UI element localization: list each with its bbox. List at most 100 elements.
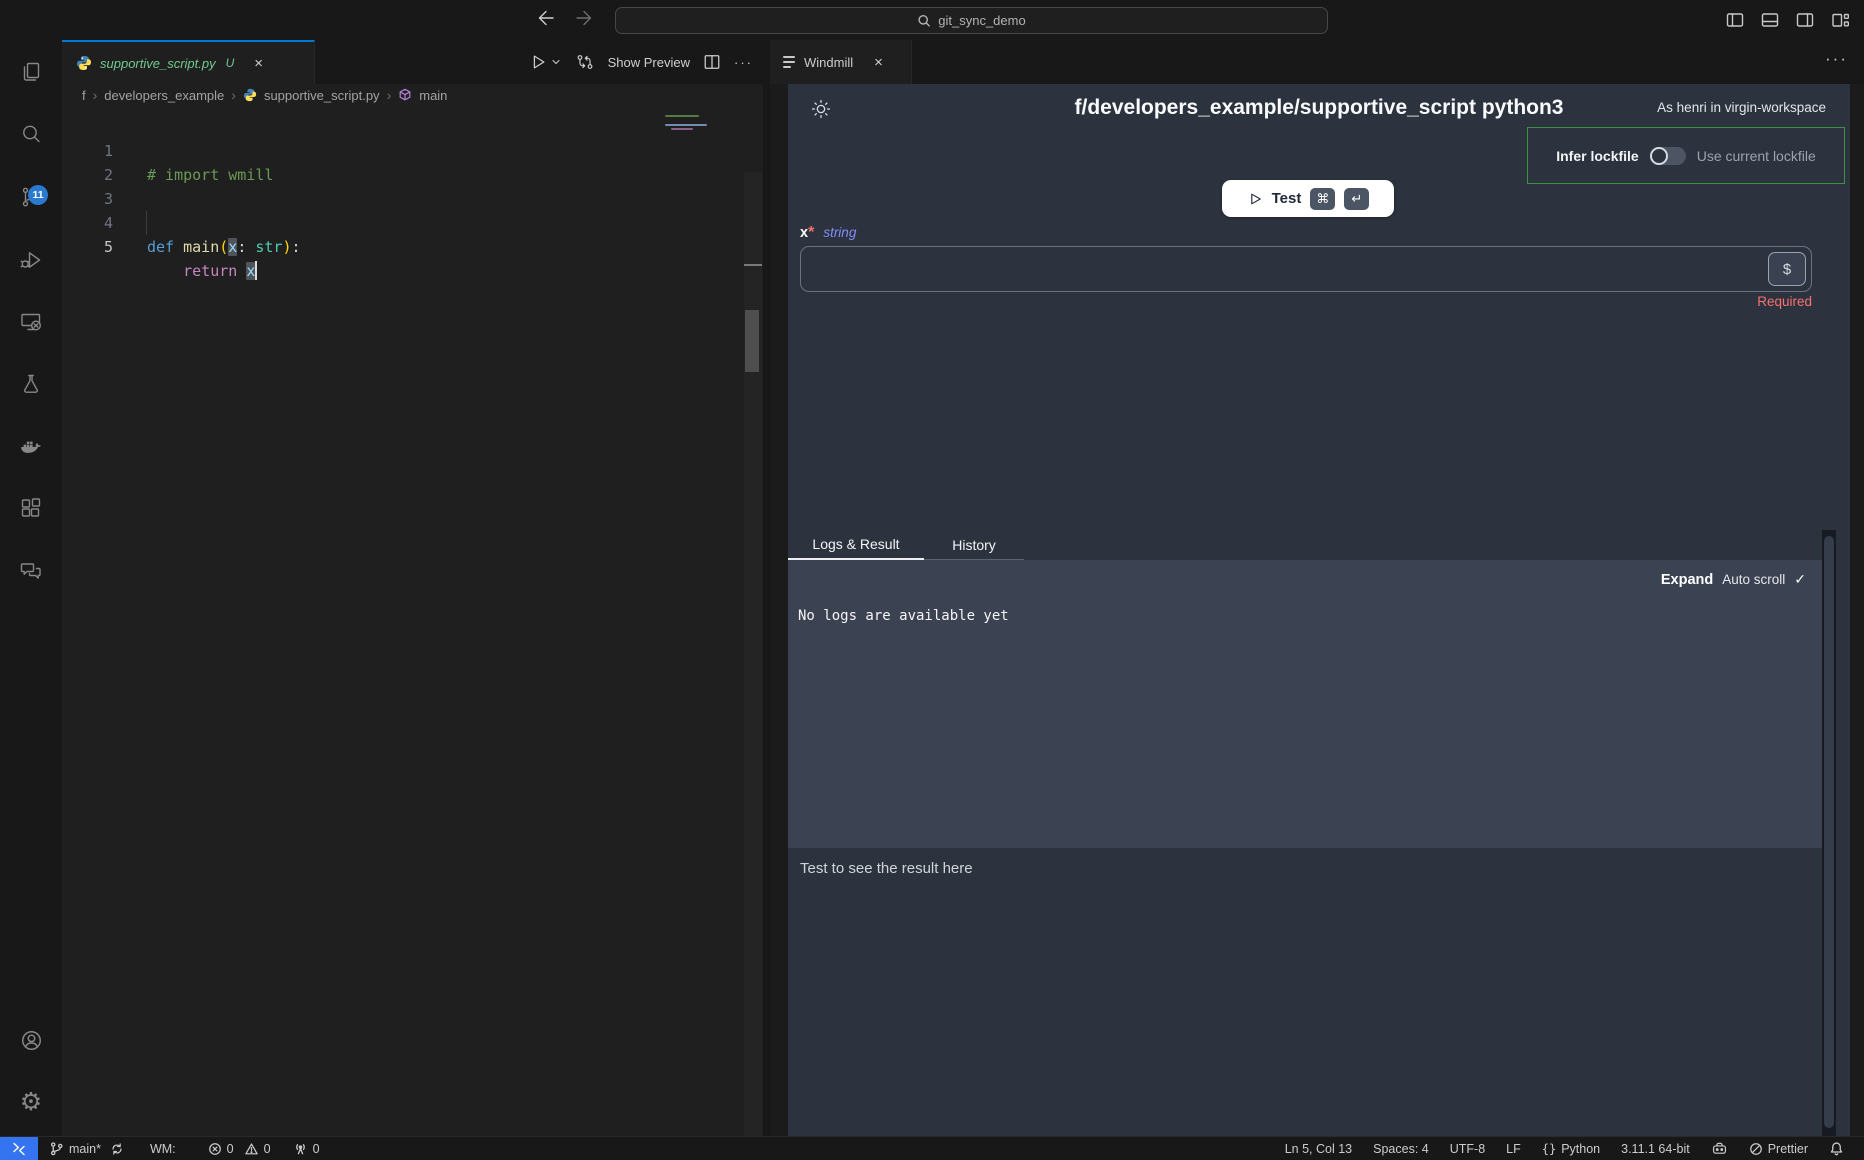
- arg-type-label: string: [823, 225, 856, 240]
- code-editor[interactable]: 1 # import wmill 2 3 4 def main(x: str):…: [62, 106, 763, 1136]
- testing-icon[interactable]: [0, 359, 62, 409]
- settings-gear-icon[interactable]: ⚙: [0, 1077, 62, 1127]
- python-interpreter-status[interactable]: 3.11.1 64-bit: [1621, 1142, 1690, 1156]
- toggle-secondary-sidebar-icon[interactable]: [1795, 10, 1815, 30]
- editor-scrollbar[interactable]: [744, 172, 762, 1136]
- docker-icon[interactable]: [0, 421, 62, 471]
- eol-status[interactable]: LF: [1506, 1142, 1521, 1156]
- tab-supportive-script[interactable]: supportive_script.py U ×: [62, 40, 315, 84]
- tab-close-icon[interactable]: ×: [254, 55, 263, 72]
- more-actions-icon[interactable]: ···: [1825, 49, 1848, 69]
- search-icon: [917, 14, 931, 28]
- infer-lockfile-label: Infer lockfile: [1556, 148, 1638, 164]
- warning-icon: [244, 1142, 259, 1156]
- result-tabs: Logs & Result History: [788, 530, 1024, 560]
- test-button[interactable]: Test ⌘ ↵: [1222, 180, 1394, 217]
- chevron-down-icon: [550, 56, 562, 68]
- use-current-lockfile-label: Use current lockfile: [1697, 148, 1816, 164]
- breadcrumb-separator: ›: [387, 87, 392, 103]
- autoscroll-toggle[interactable]: Auto scroll: [1722, 572, 1785, 587]
- lockfile-toggle[interactable]: [1650, 147, 1686, 165]
- tab-history[interactable]: History: [924, 530, 1024, 560]
- indentation-status[interactable]: Spaces: 4: [1373, 1142, 1429, 1156]
- tab-logs-result[interactable]: Logs & Result: [788, 530, 924, 560]
- show-preview-button[interactable]: Show Preview: [608, 55, 690, 70]
- git-branch-status[interactable]: main*: [49, 1141, 124, 1156]
- disabled-circle-icon: [1749, 1142, 1763, 1156]
- cmd-key-badge: ⌘: [1310, 188, 1335, 210]
- run-debug-icon[interactable]: [0, 235, 62, 285]
- logs-empty-message: No logs are available yet: [798, 608, 1009, 624]
- search-sidebar-icon[interactable]: [0, 109, 62, 159]
- extensions-icon[interactable]: [0, 483, 62, 533]
- python-file-icon: [243, 88, 257, 102]
- arg-x-input[interactable]: [800, 246, 1812, 292]
- breadcrumb-symbol[interactable]: main: [419, 88, 447, 103]
- ports-status[interactable]: 0: [293, 1141, 320, 1156]
- logs-panel: Expand Auto scroll ✓ No logs are availab…: [788, 560, 1822, 848]
- back-arrow-icon[interactable]: [536, 8, 556, 28]
- editor-scrollbar-thumb[interactable]: [745, 310, 759, 372]
- split-editor-icon[interactable]: [703, 53, 721, 71]
- breadcrumb-root[interactable]: f: [82, 88, 86, 103]
- overview-ruler-cursor: [744, 264, 762, 266]
- customize-layout-icon[interactable]: [1830, 10, 1850, 30]
- copilot-icon[interactable]: [1711, 1140, 1728, 1157]
- python-file-icon: [76, 55, 92, 71]
- webview-scrollbar[interactable]: [1822, 530, 1836, 1136]
- branch-icon: [49, 1141, 64, 1156]
- toggle-panel-icon[interactable]: [1760, 10, 1780, 30]
- cursor-position-status[interactable]: Ln 5, Col 13: [1285, 1142, 1352, 1156]
- code-line-return: return x: [147, 259, 257, 283]
- problems-status[interactable]: 0 0: [208, 1142, 271, 1156]
- required-star: *: [808, 224, 814, 241]
- prettier-status[interactable]: Prettier: [1749, 1142, 1808, 1156]
- arg-name-label: x*: [800, 224, 814, 242]
- breadcrumb-folder[interactable]: developers_example: [104, 88, 224, 103]
- tab-windmill[interactable]: Windmill ×: [770, 40, 912, 84]
- activity-bar: 11 ⚙: [0, 40, 62, 1136]
- search-value: git_sync_demo: [938, 13, 1025, 28]
- encoding-status[interactable]: UTF-8: [1450, 1142, 1485, 1156]
- editor-group: supportive_script.py U × Show Preview ··…: [62, 40, 763, 1136]
- remote-indicator[interactable]: [0, 1137, 38, 1160]
- source-control-icon[interactable]: 11: [0, 172, 62, 222]
- windmill-tab-label: Windmill: [804, 55, 853, 70]
- line-number-active: 5: [62, 235, 113, 259]
- broadcast-icon: [293, 1141, 308, 1156]
- expand-button[interactable]: Expand: [1661, 572, 1713, 588]
- title-bar: git_sync_demo: [0, 0, 1864, 40]
- breadcrumb-file[interactable]: supportive_script.py: [264, 88, 380, 103]
- account-icon[interactable]: [0, 1015, 62, 1065]
- scm-badge: 11: [28, 185, 48, 205]
- editor-group-sash[interactable]: [763, 40, 770, 1136]
- sync-icon: [110, 1142, 124, 1156]
- comments-icon[interactable]: [0, 546, 62, 596]
- error-icon: [208, 1142, 222, 1156]
- command-center-search[interactable]: git_sync_demo: [615, 7, 1328, 34]
- compare-changes-icon[interactable]: [575, 52, 595, 72]
- play-icon: [1247, 191, 1263, 207]
- toggle-sidebar-icon[interactable]: [1725, 10, 1745, 30]
- breadcrumb: f › developers_example › supportive_scri…: [62, 84, 763, 106]
- windmill-webview: f/developers_example/supportive_script p…: [788, 84, 1850, 1136]
- required-message: Required: [800, 294, 1812, 309]
- notifications-bell-icon[interactable]: [1829, 1141, 1844, 1156]
- remote-explorer-icon[interactable]: [0, 297, 62, 347]
- wm-status[interactable]: WM:: [150, 1142, 176, 1156]
- webview-scrollbar-thumb[interactable]: [1824, 536, 1834, 1128]
- windmill-group: Windmill × ··· f/developers_example/supp…: [770, 40, 1864, 1136]
- enter-key-badge: ↵: [1344, 188, 1369, 210]
- variable-picker-button[interactable]: $: [1768, 252, 1806, 286]
- forward-arrow-icon[interactable]: [574, 8, 594, 28]
- symbol-module-icon: [398, 88, 412, 102]
- editor-tab-strip: supportive_script.py U × Show Preview ··…: [62, 40, 763, 84]
- windmill-tab-close-icon[interactable]: ×: [874, 54, 883, 71]
- run-python-file-button[interactable]: [529, 53, 562, 71]
- windmill-logo-icon: [783, 56, 795, 68]
- more-actions-icon[interactable]: ···: [734, 55, 753, 70]
- language-mode-status[interactable]: {} Python: [1542, 1142, 1600, 1156]
- status-bar: main* WM: 0 0 0 Ln 5, Col 13 Spaces: 4 U…: [0, 1136, 1864, 1160]
- user-workspace-context: As henri in virgin-workspace: [1657, 100, 1826, 115]
- explorer-icon[interactable]: [0, 47, 62, 97]
